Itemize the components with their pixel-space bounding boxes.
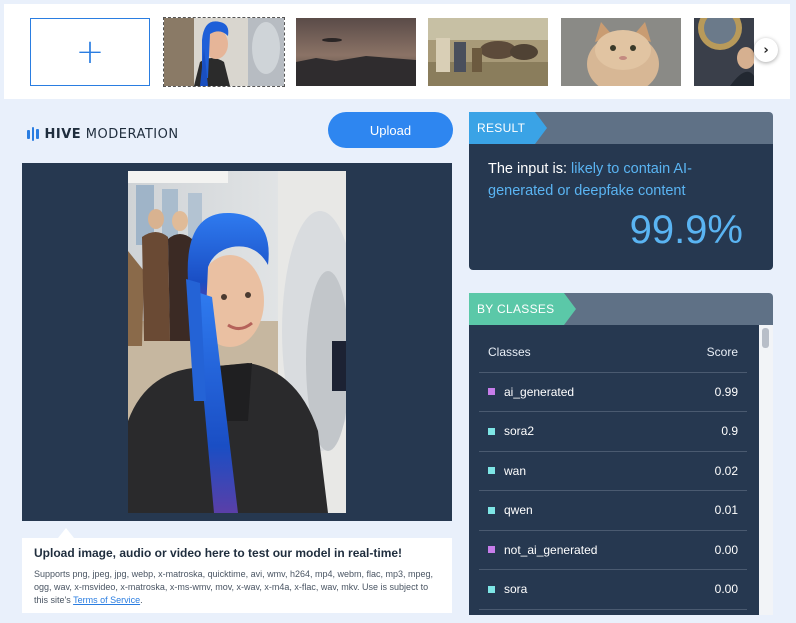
class-score: 0.99 <box>714 384 738 399</box>
brand-logo[interactable]: HIVE MODERATION <box>27 125 179 143</box>
class-row: ai_generated 0.99 <box>479 373 747 412</box>
classes-table: Classes Score ai_generated 0.99 sora2 0.9 wa… <box>479 333 747 610</box>
add-media-button[interactable]: + <box>30 18 150 86</box>
result-header: RESULT <box>469 112 773 144</box>
result-text: The input is: likely to contain AI-gener… <box>488 161 692 199</box>
thumb-dusk-landscape[interactable] <box>296 18 416 86</box>
class-color-swatch <box>488 467 495 475</box>
classes-header: BY CLASSES <box>469 293 773 325</box>
thumb-painting-camels[interactable] <box>428 18 548 86</box>
class-score: 0.00 <box>714 582 738 597</box>
thumb-person-in-room[interactable] <box>694 18 754 86</box>
classes-table-header: Classes Score <box>479 333 747 373</box>
hive-logo-icon <box>27 127 39 141</box>
thumbnail-image <box>694 18 754 86</box>
caption-pointer <box>58 528 74 538</box>
result-tag: RESULT <box>469 112 548 144</box>
result-score: 99.9% <box>629 208 743 252</box>
upload-instructions: Upload image, audio or video here to tes… <box>22 538 452 613</box>
class-color-swatch <box>488 546 495 554</box>
header-score: Score <box>706 345 738 360</box>
plus-icon: + <box>75 32 105 72</box>
class-name: sora2 <box>488 424 721 438</box>
class-score: 0.9 <box>721 424 738 439</box>
class-row: sora2 0.9 <box>479 412 747 452</box>
media-preview <box>22 163 452 521</box>
class-color-swatch <box>488 427 495 435</box>
thumbnails-next-button[interactable]: › <box>754 38 778 62</box>
supported-formats-text: Supports png, jpeg, jpg, webp, x-matrosk… <box>34 569 434 605</box>
brand-name: HIVE MODERATION <box>44 126 179 142</box>
uploaded-image <box>128 171 346 513</box>
class-score: 0.01 <box>714 503 738 518</box>
class-name: sora <box>488 582 715 596</box>
class-color-swatch <box>488 585 495 593</box>
class-color-swatch <box>488 506 495 514</box>
thumbnail-image <box>428 18 548 86</box>
chevron-right-icon: › <box>763 42 769 58</box>
thumbnail-image <box>561 18 681 86</box>
thumbnail-image <box>296 18 416 86</box>
class-row: wan 0.02 <box>479 452 747 491</box>
classes-tag: BY CLASSES <box>469 293 578 325</box>
terms-of-service-link[interactable]: Terms of Service <box>73 595 140 605</box>
upload-button[interactable]: Upload <box>328 112 453 148</box>
thumb-cat[interactable] <box>561 18 681 86</box>
class-color-swatch <box>488 388 495 396</box>
class-score: 0.02 <box>714 463 738 478</box>
thumb-blue-hair-woman[interactable] <box>163 17 285 87</box>
class-name: not_ai_generated <box>488 543 715 557</box>
classes-panel: Classes Score ai_generated 0.99 sora2 0.9 wa… <box>469 325 773 615</box>
class-row: not_ai_generated 0.00 <box>479 531 747 570</box>
thumbnail-image <box>164 18 284 86</box>
header-classes: Classes <box>488 345 531 360</box>
class-row: sora 0.00 <box>479 570 747 610</box>
classes-scrollbar[interactable] <box>759 325 773 615</box>
class-name: qwen <box>488 503 715 517</box>
class-name: ai_generated <box>488 385 715 399</box>
result-panel: The input is: likely to contain AI-gener… <box>469 144 773 270</box>
class-score: 0.00 <box>714 542 738 557</box>
thumbnail-strip: + › <box>4 4 790 99</box>
class-name: wan <box>488 464 715 478</box>
instructions-title: Upload image, audio or video here to tes… <box>34 546 403 560</box>
preview-image <box>128 171 346 513</box>
class-row: qwen 0.01 <box>479 491 747 531</box>
scrollbar-thumb[interactable] <box>762 328 769 348</box>
